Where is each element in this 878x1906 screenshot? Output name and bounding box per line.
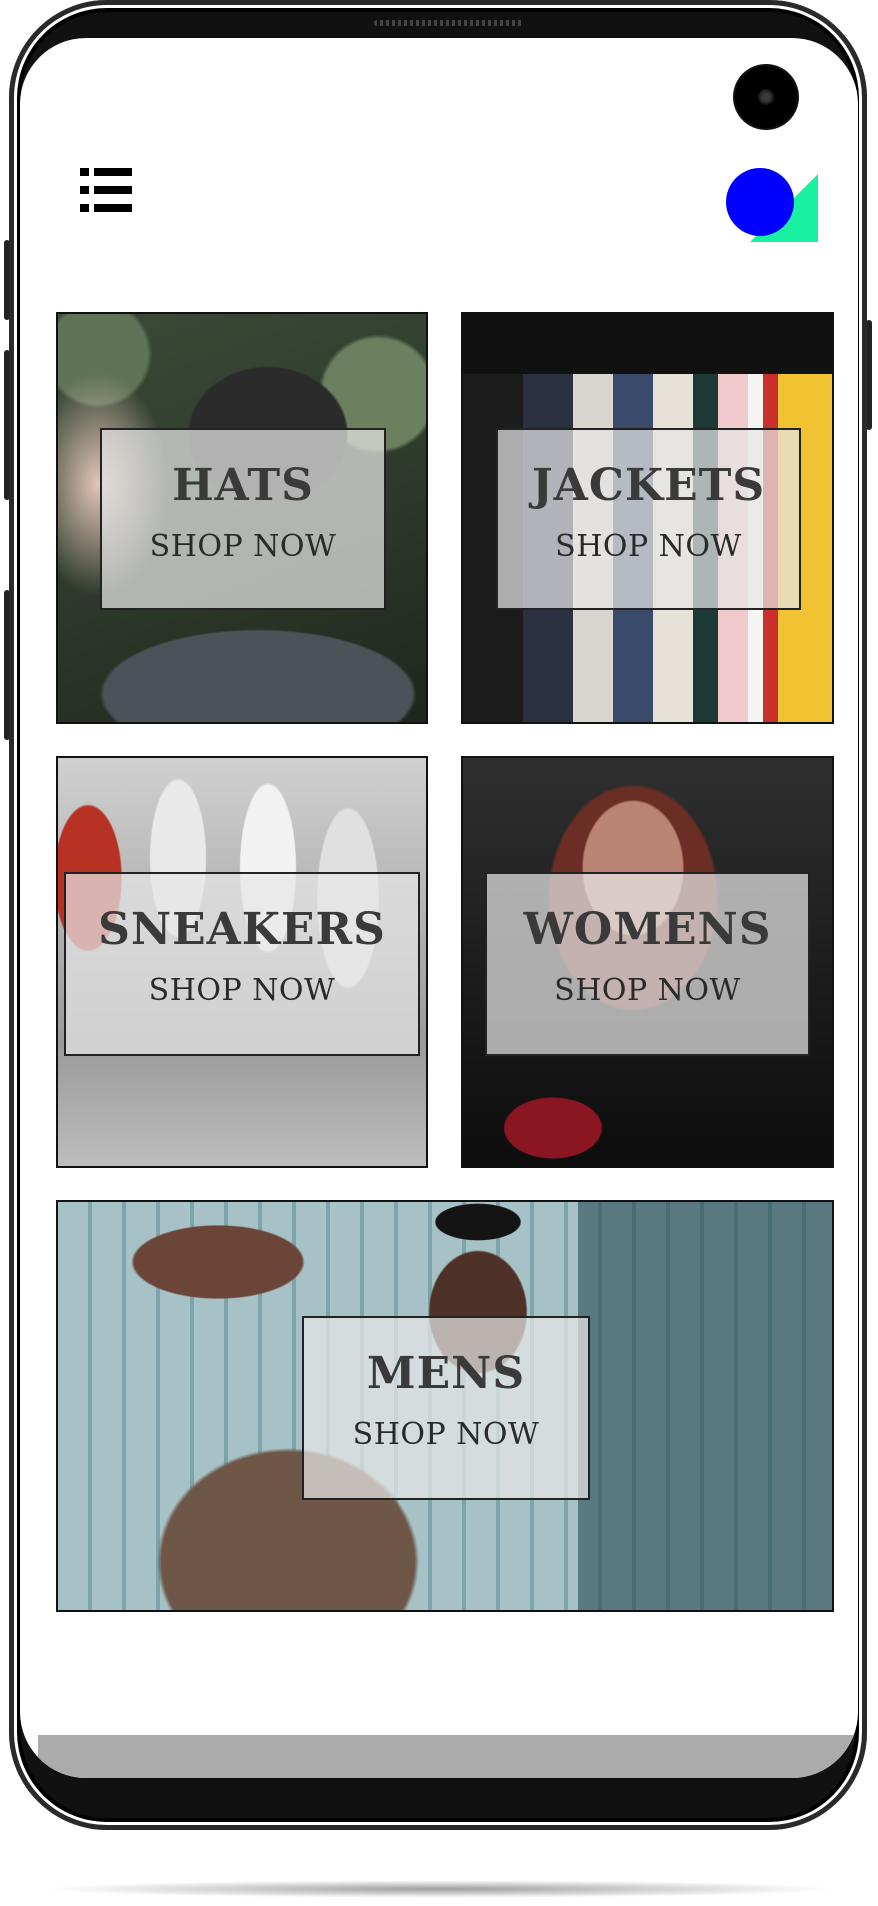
shop-now-link[interactable]: SHOP NOW xyxy=(66,976,418,1006)
category-tile-mens[interactable]: MENS SHOP NOW xyxy=(56,1200,834,1612)
category-tile-sneakers[interactable]: SNEAKERS SHOP NOW xyxy=(56,756,428,1168)
category-title: WOMENS xyxy=(523,904,772,955)
app-screen: HATS SHOP NOW JACKETS SHOP NOW SNEAKERS … xyxy=(20,38,858,1778)
shop-now-link[interactable]: SHOP NOW xyxy=(102,532,384,562)
category-tile-hats[interactable]: HATS SHOP NOW xyxy=(56,312,428,724)
phone-shadow xyxy=(40,1880,840,1898)
list-icon[interactable] xyxy=(80,168,132,212)
bottom-bar xyxy=(38,1735,858,1778)
category-label-box: JACKETS SHOP NOW xyxy=(496,428,801,610)
category-label-box: SNEAKERS SHOP NOW xyxy=(64,872,420,1056)
list-icon-svg xyxy=(80,168,132,212)
category-title: SNEAKERS xyxy=(98,904,386,955)
shop-now-link[interactable]: SHOP NOW xyxy=(498,532,799,562)
brand-logo-icon[interactable] xyxy=(726,166,822,246)
device-mockup: HATS SHOP NOW JACKETS SHOP NOW SNEAKERS … xyxy=(0,0,878,1906)
category-label-box: HATS SHOP NOW xyxy=(100,428,386,610)
shop-now-link[interactable]: SHOP NOW xyxy=(487,976,808,1006)
category-label-box: MENS SHOP NOW xyxy=(302,1316,590,1500)
earpiece-speaker xyxy=(374,20,524,26)
category-title: MENS xyxy=(366,1348,526,1399)
category-tile-womens[interactable]: WOMENS SHOP NOW xyxy=(461,756,834,1168)
front-camera-icon xyxy=(735,66,797,128)
category-tile-jackets[interactable]: JACKETS SHOP NOW xyxy=(461,312,834,724)
shop-now-link[interactable]: SHOP NOW xyxy=(304,1420,588,1450)
category-title: JACKETS xyxy=(531,460,766,511)
brand-logo-svg xyxy=(726,168,818,242)
category-label-box: WOMENS SHOP NOW xyxy=(485,872,810,1056)
category-title: HATS xyxy=(172,460,314,511)
